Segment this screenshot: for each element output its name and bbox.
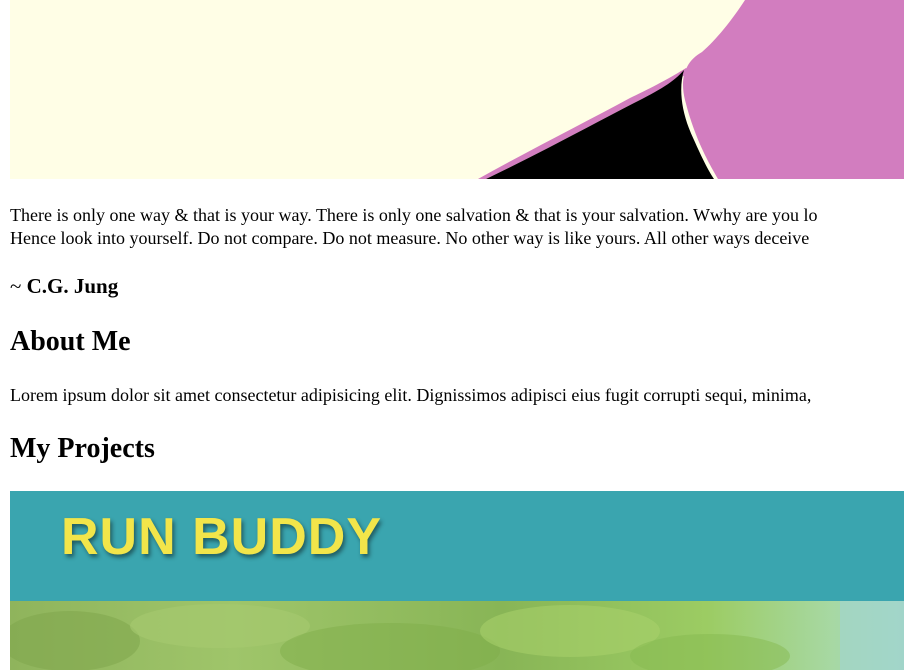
attribution-prefix: ~ <box>10 274 27 298</box>
about-text: Lorem ipsum dolor sit amet consectetur a… <box>10 385 812 405</box>
project-banner: RUN BUDDY <box>10 491 904 601</box>
project-card-run-buddy[interactable]: RUN BUDDY <box>10 491 904 670</box>
hero-artwork <box>10 0 904 179</box>
project-photo-foliage <box>10 601 904 670</box>
quote-line-2: Hence look into yourself. Do not compare… <box>10 228 810 248</box>
about-heading: About Me <box>10 326 131 357</box>
project-title: RUN BUDDY <box>61 508 382 566</box>
attribution-name: C.G. Jung <box>26 274 119 298</box>
hero-image <box>10 0 904 179</box>
quote-text: There is only one way & that is your way… <box>10 204 904 250</box>
quote-attribution: ~ C.G. Jung <box>10 273 118 299</box>
projects-heading: My Projects <box>10 433 155 464</box>
project-photo <box>10 601 904 670</box>
quote-line-1: There is only one way & that is your way… <box>10 205 818 225</box>
